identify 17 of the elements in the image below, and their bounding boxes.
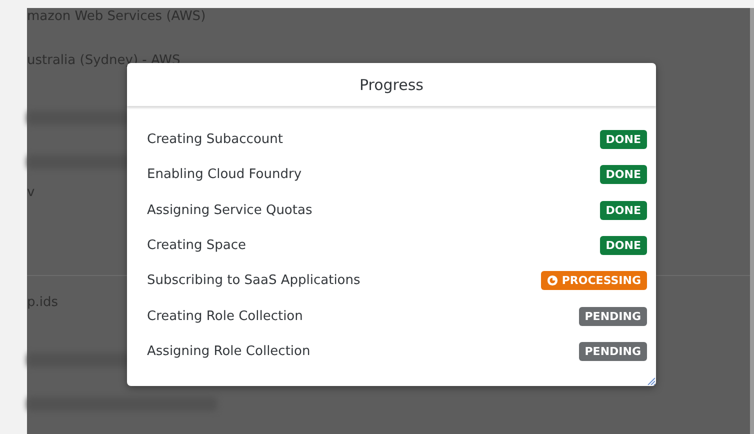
status-badge: DONE (600, 165, 647, 184)
dialog-title: Progress (359, 76, 424, 94)
status-badge: PENDING (578, 342, 647, 361)
step-label: Creating Subaccount (147, 132, 283, 148)
step-label: Subscribing to SaaS Applications (147, 273, 360, 288)
status-badge: DONE (600, 200, 647, 220)
status-badge: PROCESSING (540, 271, 647, 290)
step-label: Assigning Service Quotas (147, 202, 312, 218)
step-label: Enabling Cloud Foundry (147, 167, 302, 182)
step-label: Creating Role Collection (147, 308, 303, 324)
step-label: Assigning Role Collection (147, 344, 310, 359)
status-badge: DONE (600, 130, 647, 150)
status-badge: PENDING (578, 306, 647, 326)
spinner-icon (546, 275, 558, 286)
resize-handle-icon[interactable] (647, 377, 655, 385)
status-badge: DONE (600, 236, 647, 256)
step-label: Creating Space (147, 238, 246, 254)
